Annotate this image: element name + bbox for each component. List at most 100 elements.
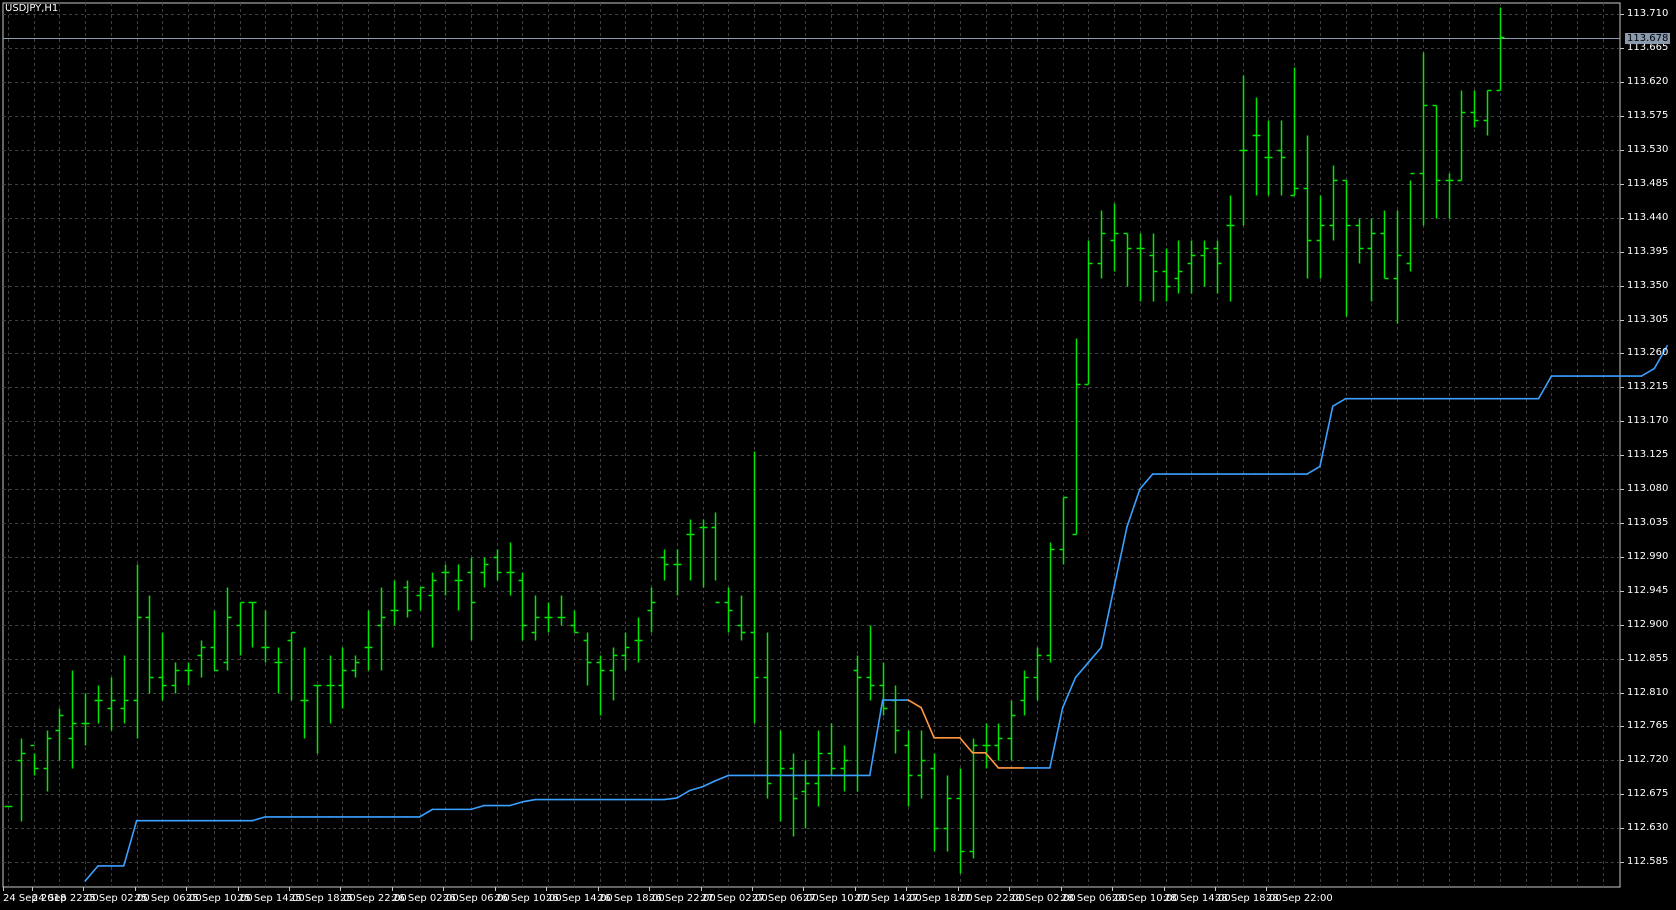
moving-average-segment [1049,706,1064,769]
ohlc-bar [184,662,193,686]
ohlc-bar [1097,210,1106,279]
ohlc-bar [1342,179,1351,317]
ohlc-bar [686,519,695,581]
ohlc-bar [1033,647,1042,701]
ohlc-bar [480,557,489,588]
ohlc-bar [982,723,991,769]
y-tick-label: 112.630 [1627,821,1669,833]
ohlc-bar [351,655,360,678]
ohlc-bar [197,640,206,678]
ohlc-bar [1393,210,1402,324]
moving-average-segment [688,785,704,792]
ohlc-bar [428,572,437,648]
y-tick-label: 113.620 [1627,75,1669,87]
ohlc-bar [1174,240,1183,294]
ohlc-bar [930,753,939,852]
ohlc-bar [338,647,347,709]
ohlc-bar [1084,240,1093,386]
moving-average-segment [418,808,434,818]
ohlc-bar [1149,233,1158,302]
moving-average-segment [1061,676,1077,709]
ohlc-bar [210,610,219,672]
ohlc-bar [403,580,412,618]
ohlc-bar [1226,195,1235,302]
y-tick-label: 112.900 [1627,618,1669,630]
moving-average-segment [1306,465,1321,475]
ohlc-bar [763,632,772,799]
ohlc-bar [1367,218,1376,302]
ohlc-bar [1239,75,1248,226]
ohlc-bar [699,519,708,588]
y-tick-label: 112.855 [1627,652,1669,664]
x-tick-label: 28 Sep 22:00 [1266,893,1333,904]
ohlc-bar [1187,240,1196,294]
ohlc-bar [68,670,77,769]
ohlc-bar [827,723,836,776]
moving-average-segment [1126,488,1141,528]
ohlc-bar [943,775,952,852]
y-tick-label: 113.350 [1627,279,1669,291]
y-tick-label: 113.710 [1627,7,1669,19]
ohlc-bar [596,655,605,716]
ohlc-bar [853,655,862,792]
price-chart[interactable] [0,0,1676,910]
ohlc-bar [326,655,335,724]
ohlc-bar [441,564,450,596]
ohlc-bar [313,684,322,754]
moving-average-segment [84,865,99,882]
ohlc-bar [1020,670,1029,716]
ohlc-bar [1110,203,1119,272]
ohlc-bar [544,602,553,633]
moving-average-segment [920,706,935,739]
y-tick-label: 113.125 [1627,448,1669,460]
y-tick-label: 113.035 [1627,516,1669,528]
ohlc-bar [81,693,90,746]
moving-average-segment [1100,586,1115,649]
ohlc-bar [493,549,502,581]
ohlc-bar [43,730,52,792]
ohlc-bar [1483,89,1492,136]
ohlc-bar [300,647,309,739]
moving-average-segment [122,819,138,867]
ohlc-bar [94,685,103,724]
ohlc-bar [1445,173,1454,219]
ohlc-bar [274,647,283,694]
ohlc-bar [750,451,759,724]
ohlc-bar [364,610,373,671]
ohlc-bar [120,655,129,724]
ohlc-bar [969,738,978,859]
ohlc-bar [840,745,849,792]
ohlc-bar [1059,496,1068,565]
ohlc-bar [1136,233,1145,302]
ohlc-bar [1355,218,1364,264]
ohlc-bar [956,768,965,874]
ohlc-bar [1162,248,1171,302]
ohlc-bar [416,586,425,611]
moving-average-segment [714,774,730,782]
ohlc-bar [377,587,386,671]
ohlc-bar [236,601,245,656]
moving-average-segment [663,797,678,801]
symbol-label: USDJPY,H1 [5,3,59,14]
ohlc-bar [1303,135,1312,279]
moving-average-segment [958,736,974,754]
ohlc-bar [1277,120,1286,196]
ohlc-bar [518,572,527,641]
ohlc-bar [814,730,823,807]
ohlc-bar [158,632,167,701]
moving-average-segment [907,699,923,709]
ohlc-bar [467,557,476,641]
current-price-tag: 113.678 [1625,32,1671,44]
ohlc-bar [17,738,26,822]
y-tick-label: 112.585 [1627,855,1669,867]
ohlc-bar [1072,338,1081,536]
y-tick-label: 113.215 [1627,380,1669,392]
ohlc-bar [506,542,515,596]
moving-average-segment [1074,661,1090,679]
ohlc-bar [261,610,270,663]
ohlc-bar [904,730,913,807]
ohlc-bar [223,587,232,671]
y-tick-label: 112.720 [1627,753,1669,765]
ohlc-bar [1419,52,1428,226]
y-tick-label: 112.675 [1627,787,1669,799]
